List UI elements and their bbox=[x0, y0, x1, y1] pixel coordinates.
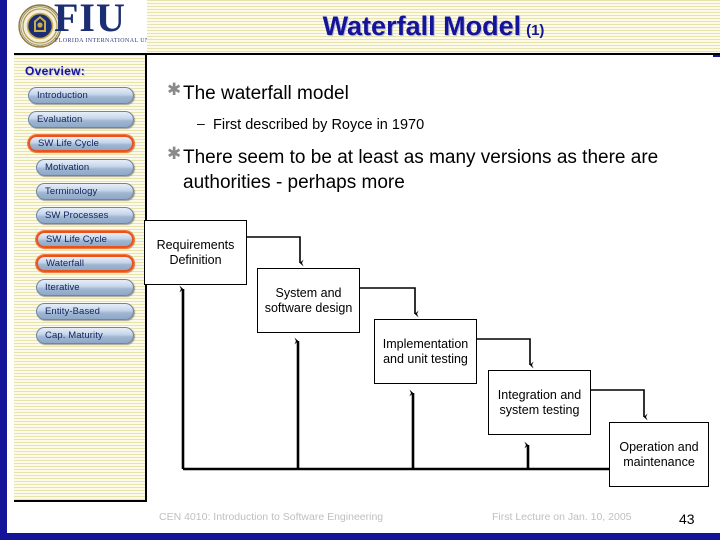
navigation-sidebar: Overview: Introduction Evaluation SW Life … bbox=[14, 55, 147, 502]
sidebar-item-waterfall[interactable]: Waterfall bbox=[36, 255, 134, 272]
bullet-text-3: There seem to be at least as many versio… bbox=[183, 147, 659, 193]
fiu-logo-subtitle: FLORIDA INTERNATIONAL UNIVERSITY bbox=[55, 38, 147, 44]
sidebar-item-entity-based[interactable]: Entity-Based bbox=[36, 303, 134, 320]
sidebar-item-cap-maturity[interactable]: Cap. Maturity bbox=[36, 327, 134, 344]
asterisk-bullet-icon: ✱ bbox=[167, 80, 182, 99]
page-title-suffix: (1) bbox=[526, 22, 545, 39]
diagram-box-operation: Operation and maintenance bbox=[609, 422, 709, 487]
diagram-box-implementation: Implementation and unit testing bbox=[374, 319, 477, 384]
sidebar-item-label: Cap. Maturity bbox=[45, 330, 103, 341]
diagram-box-design: System and software design bbox=[257, 268, 360, 333]
sidebar-item-label: SW Processes bbox=[45, 210, 109, 221]
bullet-text-1: The waterfall model bbox=[183, 83, 349, 104]
diagram-box-label: Operation and maintenance bbox=[619, 439, 699, 469]
asterisk-bullet-icon: ✱ bbox=[167, 144, 182, 163]
sidebar-item-label: Iterative bbox=[45, 282, 80, 293]
footer-lecture-text: First Lecture on Jan. 10, 2005 bbox=[492, 511, 632, 523]
diagram-box-integration: Integration and system testing bbox=[488, 370, 591, 435]
slide-header: FIU FLORIDA INTERNATIONAL UNIVERSITY Wat… bbox=[14, 0, 720, 55]
page-title: Waterfall Model (1) bbox=[147, 0, 720, 53]
bullet-item-3: ✱ There seem to be at least as many vers… bbox=[167, 145, 687, 195]
sidebar-item-evaluation[interactable]: Evaluation bbox=[28, 111, 134, 128]
diagram-box-label: Requirements Definition bbox=[156, 237, 235, 267]
sidebar-item-label: Waterfall bbox=[46, 258, 85, 269]
sidebar-item-label: Terminology bbox=[45, 186, 98, 197]
fiu-wordmark: FIU bbox=[54, 0, 126, 40]
sidebar-item-sw-life-cycle[interactable]: SW Life Cycle bbox=[28, 135, 134, 152]
sidebar-item-sw-processes[interactable]: SW Processes bbox=[36, 207, 134, 224]
sidebar-item-sw-life-cycle[interactable]: SW Life Cycle bbox=[36, 231, 134, 248]
slide-canvas: FIU FLORIDA INTERNATIONAL UNIVERSITY Wat… bbox=[0, 0, 720, 540]
diagram-box-label: Implementation and unit testing bbox=[382, 336, 469, 366]
sidebar-item-label: Introduction bbox=[37, 90, 88, 101]
page-title-text: Waterfall Model bbox=[322, 11, 522, 41]
bullet-item-2: – First described by Royce in 1970 bbox=[197, 115, 697, 135]
sidebar-item-iterative[interactable]: Iterative bbox=[36, 279, 134, 296]
diagram-box-label: Integration and system testing bbox=[497, 387, 582, 417]
slide-body: ✱ The waterfall model – First described … bbox=[144, 57, 720, 533]
slide-footer: CEN 4010: Introduction to Software Engin… bbox=[147, 505, 720, 533]
sidebar-heading: Overview: bbox=[25, 64, 86, 78]
sidebar-item-label: Entity-Based bbox=[45, 306, 101, 317]
dash-bullet-icon: – bbox=[197, 115, 205, 131]
footer-course-text: CEN 4010: Introduction to Software Engin… bbox=[159, 511, 384, 523]
sidebar-item-label: SW Life Cycle bbox=[38, 138, 99, 149]
sidebar-item-terminology[interactable]: Terminology bbox=[36, 183, 134, 200]
bullet-item-1: ✱ The waterfall model bbox=[167, 81, 707, 106]
fiu-logo: FIU FLORIDA INTERNATIONAL UNIVERSITY bbox=[14, 0, 147, 53]
sidebar-item-label: Evaluation bbox=[37, 114, 83, 125]
slide-page-number: 43 bbox=[679, 511, 695, 527]
sidebar-item-label: Motivation bbox=[45, 162, 90, 173]
sidebar-item-label: SW Life Cycle bbox=[46, 234, 107, 245]
bullet-text-2: First described by Royce in 1970 bbox=[213, 117, 425, 133]
sidebar-item-motivation[interactable]: Motivation bbox=[36, 159, 134, 176]
diagram-box-requirements: Requirements Definition bbox=[144, 220, 247, 285]
sidebar-item-introduction[interactable]: Introduction bbox=[28, 87, 134, 104]
diagram-box-label: System and software design bbox=[264, 285, 353, 315]
